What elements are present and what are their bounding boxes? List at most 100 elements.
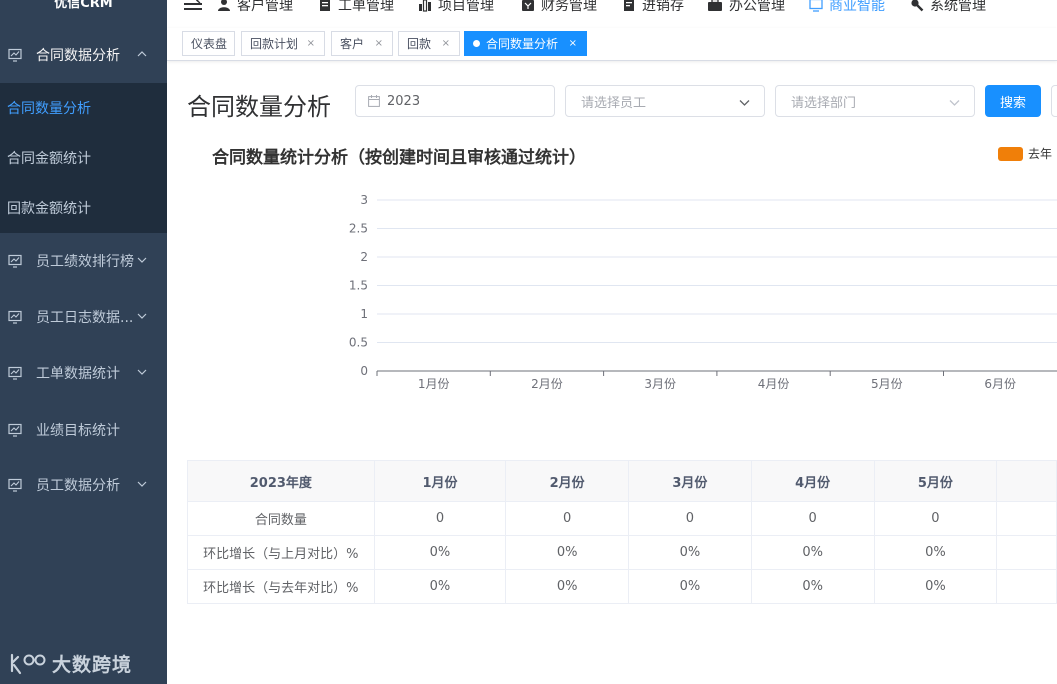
stats-table: 2023年度 1月份 2月份 3月份 4月份 5月份 合同数量 0 0 0 0 … <box>187 460 1057 604</box>
tag-payment-plan[interactable]: 回款计划 × <box>241 31 325 56</box>
search-button[interactable]: 搜索 <box>985 85 1041 117</box>
sidebar-item-payment-amount[interactable]: 回款金额统计 <box>0 183 167 233</box>
sidebar-item-contract-count[interactable]: 合同数量分析 <box>0 83 167 133</box>
table-header-cell: 2月份 <box>505 460 629 502</box>
monitor-icon <box>809 0 823 12</box>
monitor-chart-icon <box>8 254 22 268</box>
tag-payment[interactable]: 回款 × <box>398 31 460 56</box>
legend-swatch <box>998 146 1023 161</box>
tag-customer[interactable]: 客户 × <box>331 31 393 56</box>
employee-placeholder: 请选择员工 <box>581 95 647 111</box>
sidebar-group-employee-data[interactable]: 员工数据分析 <box>0 457 167 513</box>
top-nav: 客户管理 工单管理 项目管理 财务管理 进销存 办公管理 商业智能 系统管理 <box>167 0 1057 18</box>
sidebar-group-label: 员工数据分析 <box>36 478 120 494</box>
nav-system[interactable]: 系统管理 <box>910 0 986 15</box>
monitor-chart-icon <box>8 48 22 62</box>
tag-label: 客户 <box>340 37 365 51</box>
table-cell: 0 <box>628 501 752 536</box>
tag-dashboard[interactable]: 仪表盘 <box>182 31 235 56</box>
table-header-cell: 3月份 <box>628 460 752 502</box>
x-tick-label: 3月份 <box>644 377 676 391</box>
x-tick-label: 6月份 <box>984 377 1016 391</box>
table-row: 环比增长（与上月对比）% 0% 0% 0% 0% 0% <box>187 535 1057 570</box>
sidebar-group-label: 员工绩效排行榜 <box>36 254 134 270</box>
nav-label: 商业智能 <box>829 0 885 14</box>
employee-select[interactable]: 请选择员工 <box>565 85 765 117</box>
watermark: 大数跨境 <box>8 650 132 677</box>
sidebar-group-employee-performance[interactable]: 员工绩效排行榜 <box>0 233 167 289</box>
close-icon[interactable]: × <box>569 38 577 49</box>
sidebar-group-label: 合同数据分析 <box>36 48 120 64</box>
table-cell-extra <box>996 569 1057 604</box>
nav-inventory[interactable]: 进销存 <box>622 0 684 15</box>
nav-project[interactable]: 项目管理 <box>418 0 494 15</box>
nav-label: 办公管理 <box>729 0 785 14</box>
table-cell: 0 <box>505 501 629 536</box>
legend-label: 去年 <box>1028 147 1053 161</box>
y-tick-label: 0 <box>360 364 368 378</box>
x-tick-label: 4月份 <box>758 377 790 391</box>
nav-workorder[interactable]: 工单管理 <box>318 0 394 15</box>
sidebar-group-workorder-stats[interactable]: 工单数据统计 <box>0 345 167 401</box>
search-button-label: 搜索 <box>999 95 1026 111</box>
nav-finance[interactable]: 财务管理 <box>521 0 597 15</box>
table-row: 合同数量 0 0 0 0 0 <box>187 501 1057 536</box>
table-cell: 0% <box>628 569 752 604</box>
nav-customer[interactable]: 客户管理 <box>217 0 293 15</box>
reset-button[interactable] <box>1051 85 1057 117</box>
sidebar-group-employee-log[interactable]: 员工日志数据... <box>0 289 167 345</box>
chevron-down-icon <box>949 100 960 106</box>
nav-label: 财务管理 <box>541 0 597 14</box>
table-row: 环比增长（与去年对比）% 0% 0% 0% 0% 0% <box>187 569 1057 604</box>
table-header-cell: 4月份 <box>750 460 875 502</box>
table-cell: 0% <box>505 535 629 570</box>
table-cell: 0% <box>750 535 875 570</box>
briefcase-icon <box>708 0 722 11</box>
tags-bar: 仪表盘 回款计划 × 客户 × 回款 × 合同数量分析 × <box>167 28 1057 61</box>
chart-title: 合同数量统计分析（按创建时间且审核通过统计） <box>212 148 586 168</box>
x-tick-label: 2月份 <box>531 377 563 391</box>
table-cell-extra <box>996 535 1057 570</box>
y-tick-label: 2 <box>360 250 368 264</box>
sidebar: 优信CRM 合同数据分析 合同数量分析 合同金额统计 回款金额统计 员工绩效排行… <box>0 0 167 684</box>
sidebar-item-label: 合同数量分析 <box>7 101 91 117</box>
nav-bi[interactable]: 商业智能 <box>809 0 885 15</box>
nav-office[interactable]: 办公管理 <box>707 0 785 15</box>
table-cell: 0 <box>750 501 875 536</box>
monitor-chart-icon <box>8 478 22 492</box>
year-value: 2023 <box>387 93 421 109</box>
chevron-down-icon <box>137 481 147 487</box>
x-tick-label: 1月份 <box>418 377 450 391</box>
tag-label: 仪表盘 <box>191 37 228 51</box>
table-cell: 0% <box>873 535 998 570</box>
sidebar-group-label: 工单数据统计 <box>36 366 120 382</box>
department-placeholder: 请选择部门 <box>791 95 857 111</box>
tag-label: 合同数量分析 <box>486 37 559 51</box>
chevron-down-icon <box>137 369 147 375</box>
y-tick-label: 3 <box>360 193 368 207</box>
tag-label: 回款 <box>407 37 432 51</box>
calendar-icon <box>368 95 380 107</box>
department-select[interactable]: 请选择部门 <box>775 85 975 117</box>
chart-legend[interactable]: 去年 <box>998 145 1052 162</box>
sidebar-item-target-stats[interactable]: 业绩目标统计 <box>0 402 167 458</box>
sidebar-group-contract-analysis[interactable]: 合同数据分析 <box>0 27 167 83</box>
x-tick-label: 5月份 <box>871 377 903 391</box>
close-icon[interactable]: × <box>375 38 383 49</box>
table-cell: 0 <box>373 501 507 536</box>
sidebar-item-label: 合同金额统计 <box>7 151 91 167</box>
chevron-up-icon <box>137 51 147 57</box>
close-icon[interactable]: × <box>307 38 315 49</box>
table-cell: 0% <box>373 569 507 604</box>
year-picker[interactable]: 2023 <box>355 85 555 117</box>
close-icon[interactable]: × <box>442 38 450 49</box>
wrench-icon <box>911 0 924 12</box>
nav-label: 工单管理 <box>338 0 394 14</box>
table-cell-extra <box>996 501 1057 536</box>
table-cell: 环比增长（与去年对比）% <box>187 569 375 604</box>
sidebar-item-contract-amount[interactable]: 合同金额统计 <box>0 133 167 183</box>
sidebar-group-label: 业绩目标统计 <box>36 423 120 439</box>
tag-contract-count-analysis[interactable]: 合同数量分析 × <box>464 31 587 56</box>
table-header-cell: 1月份 <box>373 460 507 502</box>
hamburger-icon[interactable] <box>184 0 202 10</box>
